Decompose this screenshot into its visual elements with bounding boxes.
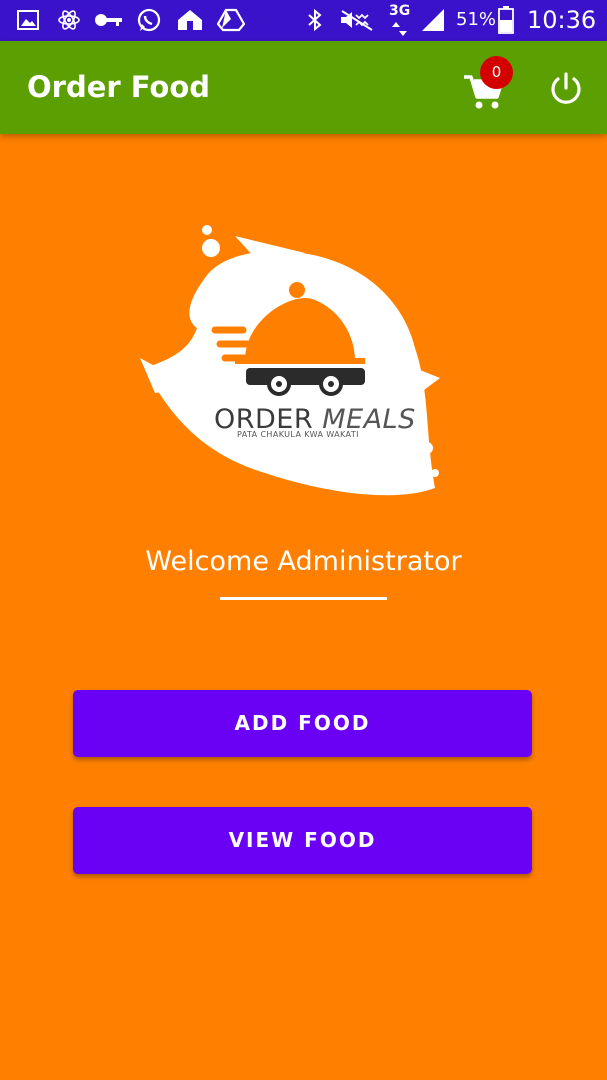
app-title: Order Food <box>27 70 211 104</box>
cart-count-badge: 0 <box>480 56 513 89</box>
key-icon <box>95 14 122 26</box>
signal-icon <box>422 9 444 31</box>
clock: 10:36 <box>527 6 597 34</box>
welcome-underline <box>220 597 387 600</box>
gallery-icon <box>17 10 39 30</box>
data-arrows-icon <box>392 22 407 36</box>
mute-icon <box>341 10 373 31</box>
order-meals-logo <box>140 225 440 496</box>
add-food-button[interactable]: ADD FOOD <box>73 690 532 757</box>
whatsapp-icon <box>137 8 161 32</box>
logo-tagline: PATA CHAKULA KWA WAKATI <box>237 430 359 439</box>
battery-icon <box>498 6 514 34</box>
drive-icon <box>217 8 245 32</box>
battery-percent: 51% <box>456 9 497 30</box>
network-type: 3G <box>389 3 411 19</box>
status-bar: 3G 51% 10:36 <box>0 0 607 41</box>
view-food-button[interactable]: VIEW FOOD <box>73 807 532 874</box>
app-bar: Order Food 0 <box>0 41 607 134</box>
home-shop-icon <box>178 10 202 30</box>
bluetooth-icon <box>308 8 322 32</box>
power-icon[interactable] <box>548 71 584 107</box>
welcome-text: Welcome Administrator <box>145 546 462 577</box>
atom-icon <box>58 10 80 30</box>
